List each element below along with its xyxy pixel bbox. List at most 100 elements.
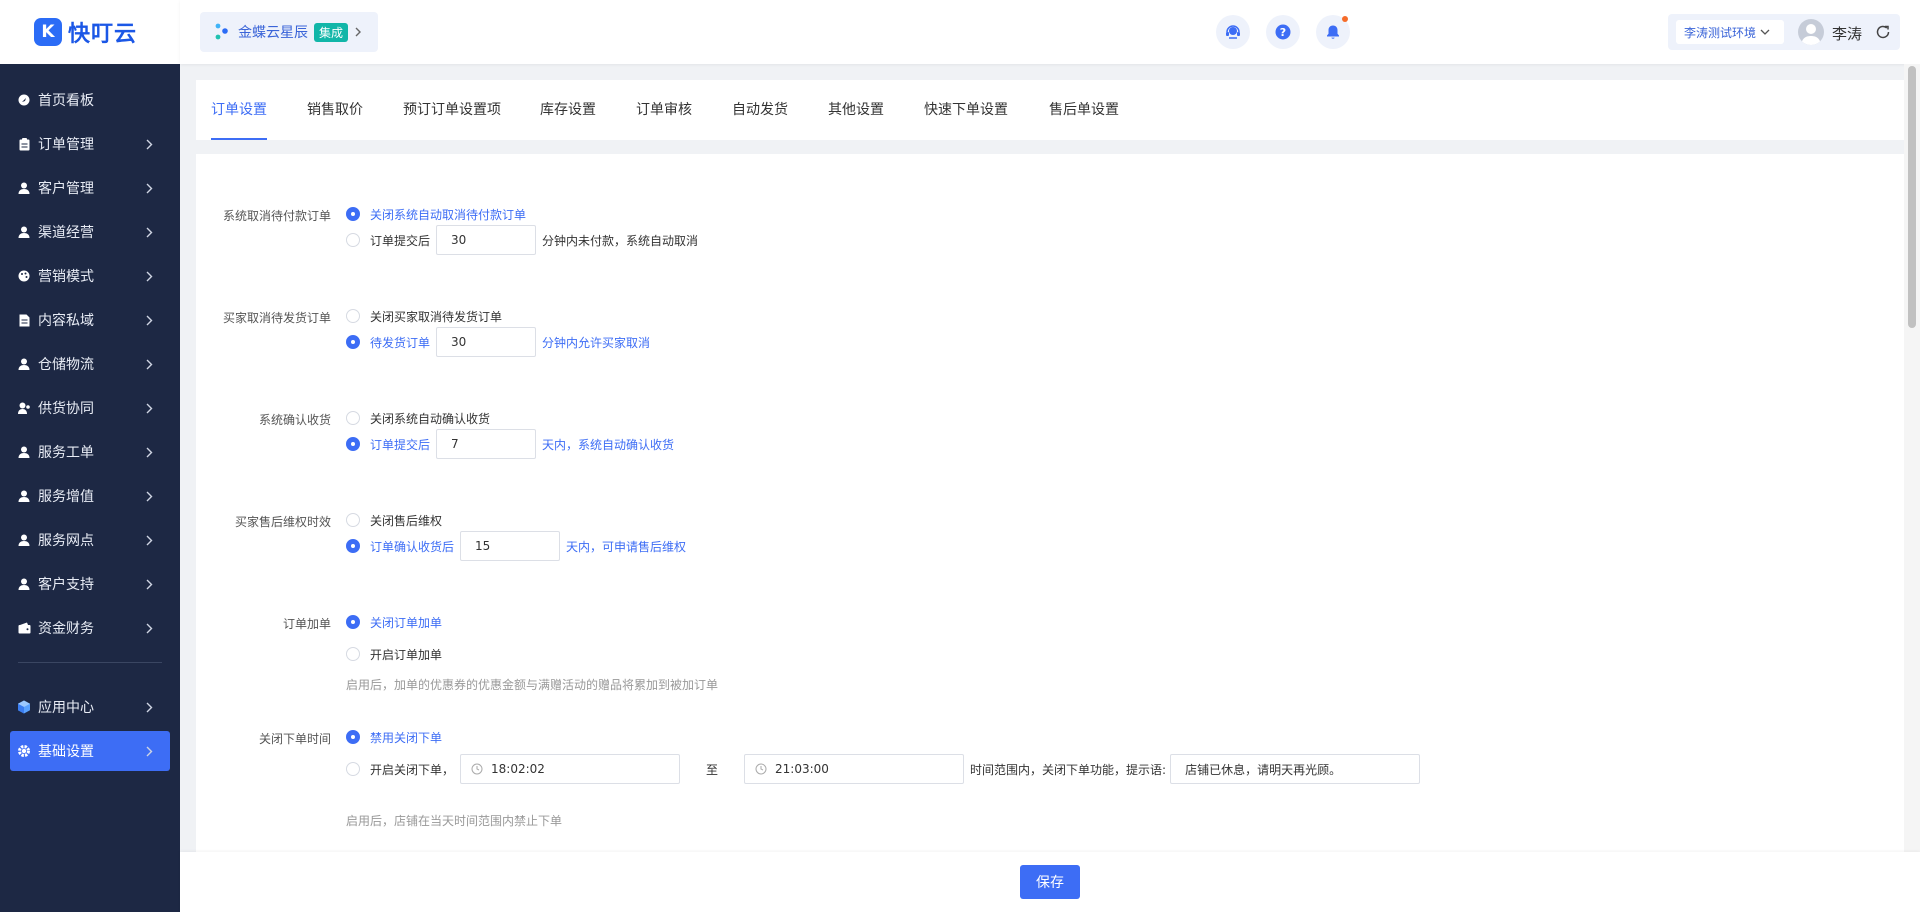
sidebar-item[interactable]: 仓储物流 — [10, 344, 170, 384]
sidebar-item[interactable]: 服务增值 — [10, 476, 170, 516]
user-name: 李涛 — [1832, 25, 1863, 43]
after-sale-option-timer[interactable]: 订单确认收货后 15 天内，可申请售后维权 — [346, 531, 686, 561]
buyer-cancel-option-off[interactable]: 关闭买家取消待发货订单 — [346, 306, 502, 326]
wallet-icon — [16, 620, 32, 636]
radio-unchecked[interactable] — [346, 762, 360, 776]
radio-unchecked[interactable] — [346, 411, 360, 425]
chevron-right-icon — [142, 445, 156, 459]
sidebar-item-label: 内容私域 — [38, 313, 94, 329]
after-sale-days-input[interactable]: 15 — [460, 531, 561, 561]
help-button[interactable]: ? — [1266, 15, 1300, 49]
save-button[interactable]: 保存 — [1020, 865, 1080, 899]
buyer-cancel-label: 买家取消待发货订单 — [222, 311, 331, 325]
confirm-receipt-option-timer[interactable]: 订单提交后 7 天内，系统自动确认收货 — [346, 429, 674, 459]
sidebar-item[interactable]: 内容私域 — [10, 300, 170, 340]
radio-unchecked[interactable] — [346, 309, 360, 323]
customer-service-button[interactable] — [1216, 15, 1250, 49]
tab-preorder-settings[interactable]: 预订订单设置项 — [403, 80, 501, 140]
buyer-cancel-minutes-input[interactable]: 30 — [436, 327, 537, 357]
option-label: 订单确认收货后 — [370, 539, 455, 554]
tab-order-review[interactable]: 订单审核 — [636, 80, 692, 140]
user-icon — [16, 224, 32, 240]
confirm-receipt-option-off[interactable]: 关闭系统自动确认收货 — [346, 408, 490, 428]
start-time-picker[interactable]: 18:02:02 — [460, 754, 681, 784]
buyer-cancel-option-timer[interactable]: 待发货订单 30 分钟内允许买家取消 — [346, 327, 650, 357]
user-area: 李涛测试环境 李涛 — [1668, 14, 1900, 50]
integration-switch[interactable]: 金蝶云星辰 集成 — [200, 12, 378, 52]
close-time-option-off[interactable]: 禁用关闭下单 — [346, 727, 442, 747]
footer-bar: 保存 — [180, 852, 1920, 912]
option-label: 订单提交后 — [370, 437, 431, 452]
sidebar-item[interactable]: 应用中心 — [10, 687, 170, 727]
sidebar-item[interactable]: 营销模式 — [10, 256, 170, 296]
sidebar-item[interactable]: 服务网点 — [10, 520, 170, 560]
notification-button[interactable] — [1316, 15, 1350, 49]
sidebar: K 快叮云 首页看板 订单管理 客户管理 渠道经营 营销模式 内容私域 仓储物流 供货协同 服务… — [0, 0, 180, 912]
radio-checked[interactable] — [346, 437, 360, 451]
sidebar-item[interactable]: 渠道经营 — [10, 212, 170, 252]
add-order-label: 订单加单 — [282, 617, 331, 631]
environment-select[interactable]: 李涛测试环境 — [1676, 20, 1784, 44]
chevron-right-icon — [142, 621, 156, 635]
sidebar-item[interactable]: 首页看板 — [10, 80, 170, 120]
tab-after-sale-settings[interactable]: 售后单设置 — [1049, 80, 1119, 140]
sidebar-item[interactable]: 订单管理 — [10, 124, 170, 164]
cancel-unpaid-minutes-input[interactable]: 30 — [436, 225, 537, 255]
add-order-option-off[interactable]: 关闭订单加单 — [346, 612, 442, 632]
after-sale-option-off[interactable]: 关闭售后维权 — [346, 510, 442, 530]
sidebar-item-label: 订单管理 — [38, 137, 94, 153]
radio-checked[interactable] — [346, 539, 360, 553]
option-suffix: 分钟内未付款，系统自动取消 — [542, 233, 699, 248]
help-icon: ? — [1275, 24, 1291, 40]
chevron-right-icon — [142, 489, 156, 503]
sidebar-item[interactable]: 客户管理 — [10, 168, 170, 208]
option-label: 关闭系统自动取消待付款订单 — [370, 207, 527, 222]
cancel-unpaid-option-timer[interactable]: 订单提交后 30 分钟内未付款，系统自动取消 — [346, 225, 699, 255]
sidebar-item[interactable]: 服务工单 — [10, 432, 170, 472]
page-scrollbar[interactable] — [1904, 64, 1920, 852]
refresh-icon[interactable] — [1875, 24, 1891, 40]
integration-name: 金蝶云星辰 — [238, 25, 308, 41]
svg-text:?: ? — [1280, 26, 1286, 39]
clock-icon — [471, 763, 483, 775]
sidebar-item[interactable]: 基础设置 — [10, 731, 170, 771]
add-order-hint: 启用后，加单的优惠券的优惠金额与满赠活动的赠品将累加到被加订单 — [346, 678, 719, 692]
radio-unchecked[interactable] — [346, 513, 360, 527]
add-order-option-on[interactable]: 开启订单加单 — [346, 644, 442, 664]
notification-dot — [1342, 16, 1348, 22]
tab-inventory-settings[interactable]: 库存设置 — [540, 80, 596, 140]
closed-message-input[interactable]: 店铺已休息，请明天再光顾。 — [1170, 754, 1421, 784]
chevron-down-icon — [1760, 29, 1770, 35]
sidebar-item-label: 仓储物流 — [38, 357, 94, 373]
end-time-picker[interactable]: 21:03:00 — [744, 754, 965, 784]
close-time-option-range[interactable]: 开启关闭下单， 18:02:02 至 21:03:00 时间范围内，关闭下单功能… — [346, 754, 1421, 784]
radio-unchecked[interactable] — [346, 233, 360, 247]
radio-checked[interactable] — [346, 730, 360, 744]
confirm-receipt-days-input[interactable]: 7 — [436, 429, 537, 459]
chevron-right-icon — [142, 269, 156, 283]
radio-unchecked[interactable] — [346, 647, 360, 661]
user-icon — [16, 532, 32, 548]
radio-checked[interactable] — [346, 615, 360, 629]
sidebar-item[interactable]: 资金财务 — [10, 608, 170, 648]
tab-auto-shipping[interactable]: 自动发货 — [732, 80, 788, 140]
tab-other-settings[interactable]: 其他设置 — [828, 80, 884, 140]
tab-order-settings[interactable]: 订单设置 — [211, 80, 267, 140]
avatar[interactable] — [1798, 19, 1824, 45]
clipboard-icon — [16, 136, 32, 152]
tab-quick-order-settings[interactable]: 快速下单设置 — [924, 80, 1008, 140]
chevron-right-icon — [142, 577, 156, 591]
tab-sales-pricing[interactable]: 销售取价 — [307, 80, 363, 140]
top-header: 金蝶云星辰 集成 ? 李涛测试环境 李涛 — [180, 0, 1920, 64]
option-label: 禁用关闭下单 — [370, 730, 443, 745]
radio-checked[interactable] — [346, 335, 360, 349]
sidebar-item-label: 资金财务 — [38, 621, 94, 637]
cancel-unpaid-option-off[interactable]: 关闭系统自动取消待付款订单 — [346, 204, 526, 224]
sidebar-item[interactable]: 供货协同 — [10, 388, 170, 428]
logo[interactable]: K 快叮云 — [0, 0, 180, 64]
radio-checked[interactable] — [346, 207, 360, 221]
sidebar-item[interactable]: 客户支持 — [10, 564, 170, 604]
option-label: 开启订单加单 — [370, 647, 443, 662]
scrollbar-thumb[interactable] — [1908, 66, 1916, 328]
chevron-right-icon — [142, 700, 156, 714]
